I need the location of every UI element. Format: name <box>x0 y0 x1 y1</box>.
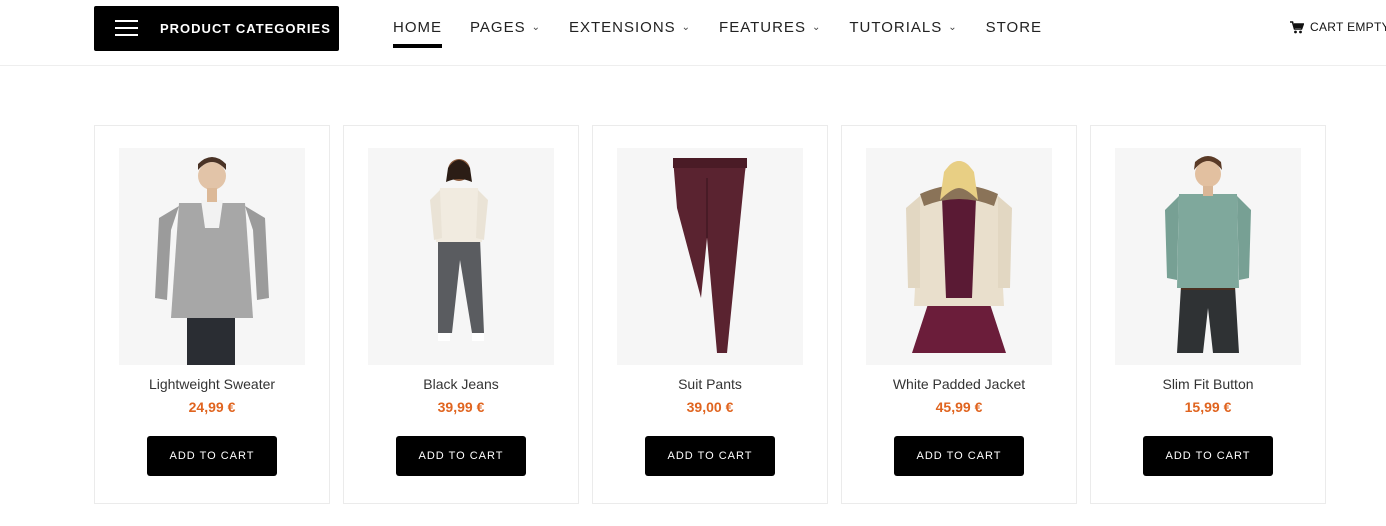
burgundy-trousers-image <box>617 148 803 365</box>
product-categories-label: PRODUCT CATEGORIES <box>160 21 331 36</box>
nav-item-label: HOME <box>393 19 442 36</box>
nav-item-label: STORE <box>985 19 1043 36</box>
product-image[interactable] <box>368 148 554 365</box>
woman-grey-jeans-image <box>368 148 554 365</box>
add-to-cart-button[interactable]: ADD TO CART <box>894 436 1024 476</box>
product-card: Lightweight Sweater 24,99 € ADD TO CART <box>94 125 330 504</box>
man-green-shirt-image <box>1115 148 1301 365</box>
product-price: 39,00 € <box>686 399 734 415</box>
add-to-cart-button[interactable]: ADD TO CART <box>396 436 526 476</box>
add-to-cart-button[interactable]: ADD TO CART <box>645 436 775 476</box>
man-grey-cardigan-image <box>119 148 305 365</box>
product-price: 15,99 € <box>1184 399 1232 415</box>
product-name[interactable]: Lightweight Sweater <box>95 376 329 392</box>
product-card: White Padded Jacket 45,99 € ADD TO CART <box>841 125 1077 504</box>
woman-padded-jacket-image <box>866 148 1052 365</box>
cart-link[interactable]: CART EMPTY <box>1290 20 1386 34</box>
nav-item-label: PAGES <box>470 19 526 36</box>
nav-item-extensions[interactable]: EXTENSIONS ⌄ <box>569 0 691 50</box>
site-header: PRODUCT CATEGORIES HOME PAGES ⌄ EXTENSIO… <box>0 0 1386 66</box>
add-to-cart-button[interactable]: ADD TO CART <box>1143 436 1273 476</box>
product-card: Suit Pants 39,00 € ADD TO CART <box>592 125 828 504</box>
cart-label: CART EMPTY <box>1310 20 1386 34</box>
product-name[interactable]: Slim Fit Button <box>1091 376 1325 392</box>
product-price: 24,99 € <box>188 399 236 415</box>
chevron-down-icon: ⌄ <box>948 22 958 33</box>
chevron-down-icon: ⌄ <box>681 22 692 33</box>
product-categories-button[interactable]: PRODUCT CATEGORIES <box>94 6 339 51</box>
nav-item-home[interactable]: HOME <box>393 0 442 50</box>
product-grid: Lightweight Sweater 24,99 € ADD TO CART … <box>94 125 1327 504</box>
product-card: Black Jeans 39,99 € ADD TO CART <box>343 125 579 504</box>
nav-item-features[interactable]: FEATURES ⌄ <box>719 0 821 50</box>
chevron-down-icon: ⌄ <box>811 22 822 33</box>
nav-item-label: EXTENSIONS <box>568 19 676 36</box>
product-price: 39,99 € <box>437 399 485 415</box>
nav-item-store[interactable]: STORE <box>986 0 1042 50</box>
chevron-down-icon: ⌄ <box>531 22 541 33</box>
hamburger-menu-icon <box>115 20 138 36</box>
product-image[interactable] <box>1115 148 1301 365</box>
add-to-cart-button[interactable]: ADD TO CART <box>147 436 277 476</box>
product-card: Slim Fit Button 15,99 € ADD TO CART <box>1090 125 1326 504</box>
nav-item-label: TUTORIALS <box>849 19 943 36</box>
product-name[interactable]: White Padded Jacket <box>842 376 1076 392</box>
product-image[interactable] <box>119 148 305 365</box>
product-image[interactable] <box>866 148 1052 365</box>
product-price: 45,99 € <box>935 399 983 415</box>
cart-icon <box>1290 20 1304 33</box>
nav-item-label: FEATURES <box>719 19 806 36</box>
main-nav: HOME PAGES ⌄ EXTENSIONS ⌄ FEATURES ⌄ TUT… <box>393 0 1070 56</box>
nav-item-tutorials[interactable]: TUTORIALS ⌄ <box>849 0 957 50</box>
product-image[interactable] <box>617 148 803 365</box>
product-name[interactable]: Suit Pants <box>593 376 827 392</box>
nav-item-pages[interactable]: PAGES ⌄ <box>470 0 541 50</box>
product-name[interactable]: Black Jeans <box>344 376 578 392</box>
